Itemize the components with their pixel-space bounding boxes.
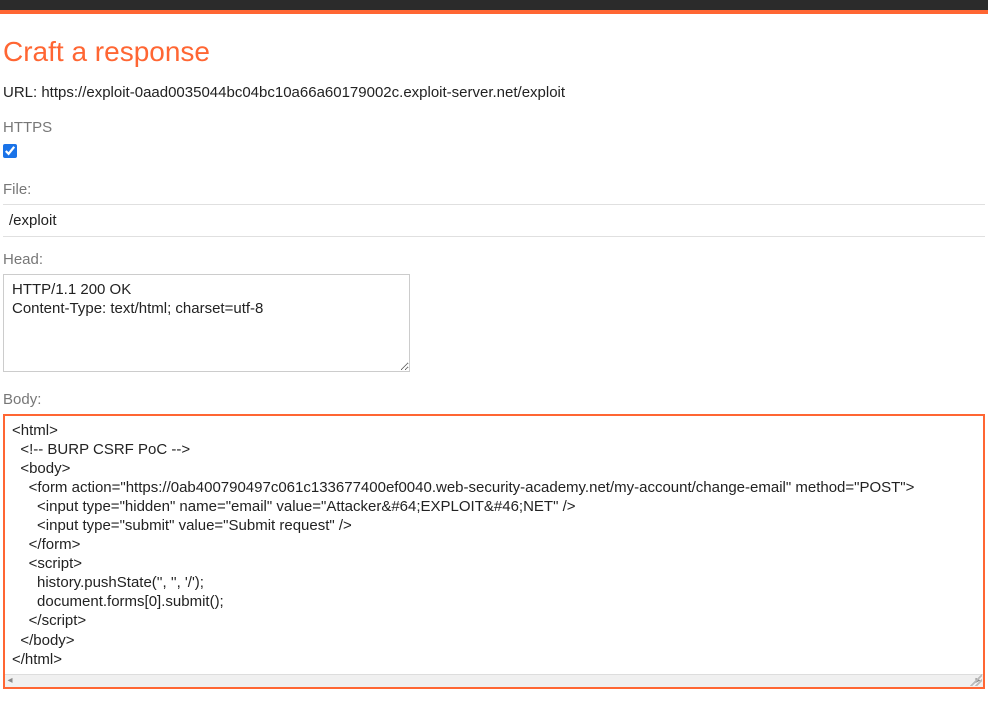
url-label: URL: bbox=[3, 84, 41, 101]
head-field-group: Head: bbox=[3, 251, 985, 377]
https-checkbox[interactable] bbox=[3, 144, 17, 158]
url-display: URL: https://exploit-0aad0035044bc04bc10… bbox=[3, 84, 985, 101]
https-field-group: HTTPS bbox=[3, 119, 985, 163]
url-value: https://exploit-0aad0035044bc04bc10a66a6… bbox=[41, 84, 565, 101]
body-label: Body: bbox=[3, 391, 985, 408]
body-textarea-wrapper: ◂ ▸ bbox=[3, 414, 985, 689]
page-title: Craft a response bbox=[3, 36, 985, 68]
file-field-group: File: bbox=[3, 181, 985, 237]
resize-grip-icon[interactable] bbox=[970, 674, 982, 686]
file-input[interactable] bbox=[3, 204, 985, 237]
top-bar bbox=[0, 0, 988, 10]
main-content: Craft a response URL: https://exploit-0a… bbox=[0, 36, 988, 689]
horizontal-scrollbar[interactable]: ◂ ▸ bbox=[5, 674, 983, 687]
head-textarea[interactable] bbox=[3, 274, 410, 372]
https-label: HTTPS bbox=[3, 119, 985, 136]
https-checkbox-row bbox=[3, 144, 985, 163]
body-field-group: Body: ◂ ▸ bbox=[3, 391, 985, 689]
head-label: Head: bbox=[3, 251, 985, 268]
accent-bar bbox=[0, 10, 988, 14]
scroll-left-arrow-icon[interactable]: ◂ bbox=[5, 676, 15, 686]
file-label: File: bbox=[3, 181, 985, 198]
body-textarea[interactable] bbox=[5, 416, 983, 676]
